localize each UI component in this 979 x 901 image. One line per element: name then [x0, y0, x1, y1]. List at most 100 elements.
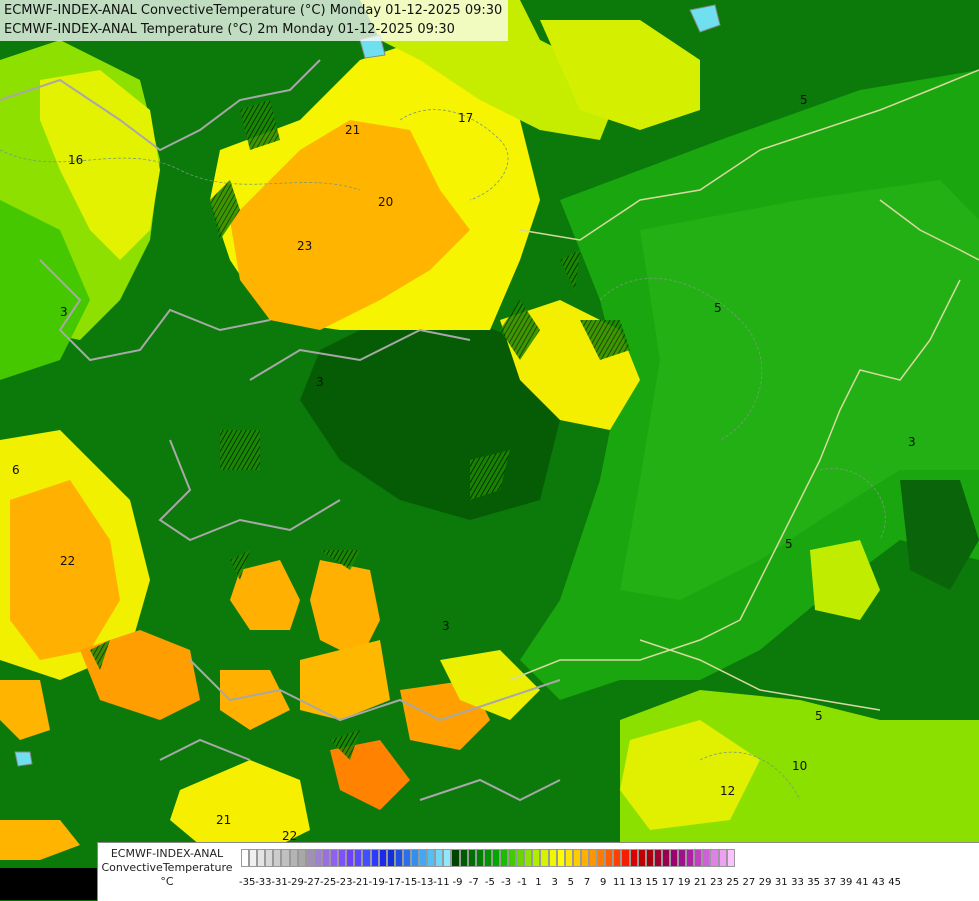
legend-swatch	[702, 849, 711, 867]
legend-swatch	[443, 849, 452, 867]
legend-tick: 45	[888, 877, 901, 888]
legend-label-line1: ECMWF-INDEX-ANAL	[110, 847, 224, 860]
legend-tick: -17	[384, 877, 402, 888]
legend-tick: -9	[452, 877, 463, 888]
legend-tick: 39	[839, 877, 853, 888]
legend-swatch	[249, 849, 258, 867]
legend-swatch	[305, 849, 314, 867]
corner-fill	[0, 868, 97, 900]
legend-tick: -19	[368, 877, 385, 888]
legend-swatch	[686, 849, 695, 867]
contour-label: 16	[68, 153, 83, 167]
legend-swatch	[386, 849, 395, 867]
legend-tick: 3	[551, 877, 558, 888]
legend-tick: 33	[791, 877, 804, 888]
weather-map: 16 21 22 20 23 17 3 5 5 3 6 3 5 10 12 21…	[0, 0, 979, 900]
contour-label: 12	[720, 784, 735, 798]
legend-swatch	[483, 849, 492, 867]
legend-swatch	[621, 849, 630, 867]
legend-tick: -13	[417, 877, 434, 888]
legend-swatch	[427, 849, 436, 867]
legend-tick: -1	[517, 877, 528, 888]
legend-swatch	[475, 849, 484, 867]
legend-swatch	[491, 849, 500, 867]
contour-label: 5	[714, 301, 722, 315]
legend-tick: 25	[726, 877, 740, 888]
contour-label: 10	[792, 759, 807, 773]
legend-tick: -31	[271, 877, 288, 888]
legend-swatch	[467, 849, 476, 867]
legend-tick: 13	[629, 877, 642, 888]
legend-tick: -21	[352, 877, 369, 888]
legend-swatch	[435, 849, 444, 867]
legend-tick: 27	[742, 877, 756, 888]
legend-swatch	[661, 849, 670, 867]
legend-swatch	[289, 849, 298, 867]
contour-label: 3	[442, 619, 450, 633]
legend-tick: 21	[693, 877, 707, 888]
legend-swatch	[678, 849, 687, 867]
legend-tick: -23	[336, 877, 353, 888]
legend-tick: 7	[583, 877, 591, 888]
legend-swatch	[726, 849, 735, 867]
contour-label: 17	[458, 111, 473, 125]
legend-swatch	[378, 849, 387, 867]
title-line-convective: ECMWF-INDEX-ANAL ConvectiveTemperature (…	[4, 3, 503, 18]
legend-tick: -25	[319, 877, 337, 888]
legend-tick: 9	[600, 877, 607, 888]
legend-swatch	[572, 849, 581, 867]
legend-ticks: -35 -33 -31 -29 -27 -25 -23 -21 -19 -17 -15 -13 -11-…	[239, 877, 903, 888]
legend-tick: 41	[855, 877, 869, 888]
legend-swatch	[629, 849, 638, 867]
legend-tick: -5	[484, 877, 495, 888]
legend-label: ECMWF-INDEX-ANAL ConvectiveTemperature °…	[100, 847, 234, 889]
legend-swatch	[241, 849, 250, 867]
legend-tick: 17	[661, 877, 675, 888]
legend-swatch	[556, 849, 565, 867]
legend-swatch	[370, 849, 379, 867]
contour-label: 5	[800, 93, 808, 107]
legend-swatch	[694, 849, 703, 867]
contour-label: 3	[60, 305, 68, 319]
legend-swatch	[564, 849, 573, 867]
legend-tick: 1	[535, 877, 542, 888]
contour-label: 6	[12, 463, 20, 477]
legend-label-unit: °C	[160, 875, 174, 888]
legend-swatch	[645, 849, 654, 867]
contour-label: 20	[378, 195, 393, 209]
legend-tick: -29	[287, 877, 304, 888]
contour-label: 5	[785, 537, 793, 551]
legend-swatch	[297, 849, 306, 867]
legend-swatch	[613, 849, 622, 867]
legend-swatch	[354, 849, 363, 867]
legend-tick: 19	[677, 877, 691, 888]
legend-swatch	[402, 849, 411, 867]
color-legend: ECMWF-INDEX-ANAL ConvectiveTemperature °…	[97, 842, 979, 901]
legend-swatch	[451, 849, 460, 867]
contour-label: 21	[216, 813, 231, 827]
legend-swatch	[410, 849, 420, 867]
legend-swatch	[516, 849, 525, 867]
legend-tick: 35	[807, 877, 821, 888]
legend-swatch	[500, 849, 509, 867]
legend-tick: 37	[823, 877, 837, 888]
contour-label: 23	[297, 239, 312, 253]
legend-swatch	[273, 849, 282, 867]
legend-swatch	[362, 849, 371, 867]
legend-tick: 23	[710, 877, 723, 888]
legend-swatch	[508, 849, 517, 867]
legend-swatch	[718, 849, 727, 867]
legend-swatch	[281, 849, 290, 867]
map-title: ECMWF-INDEX-ANAL ConvectiveTemperature (…	[0, 0, 509, 41]
legend-tick: 43	[872, 877, 885, 888]
legend-swatch	[313, 849, 322, 867]
legend-tick: 31	[774, 877, 788, 888]
legend-tick: -33	[255, 877, 272, 888]
legend-swatch	[605, 849, 614, 867]
legend-swatch	[394, 849, 403, 867]
contour-label: 3	[908, 435, 916, 449]
legend-label-line2: ConvectiveTemperature	[101, 861, 233, 874]
contour-label: 3	[316, 375, 324, 389]
legend-tick: -3	[501, 877, 512, 888]
contour-label: 22	[60, 554, 75, 568]
